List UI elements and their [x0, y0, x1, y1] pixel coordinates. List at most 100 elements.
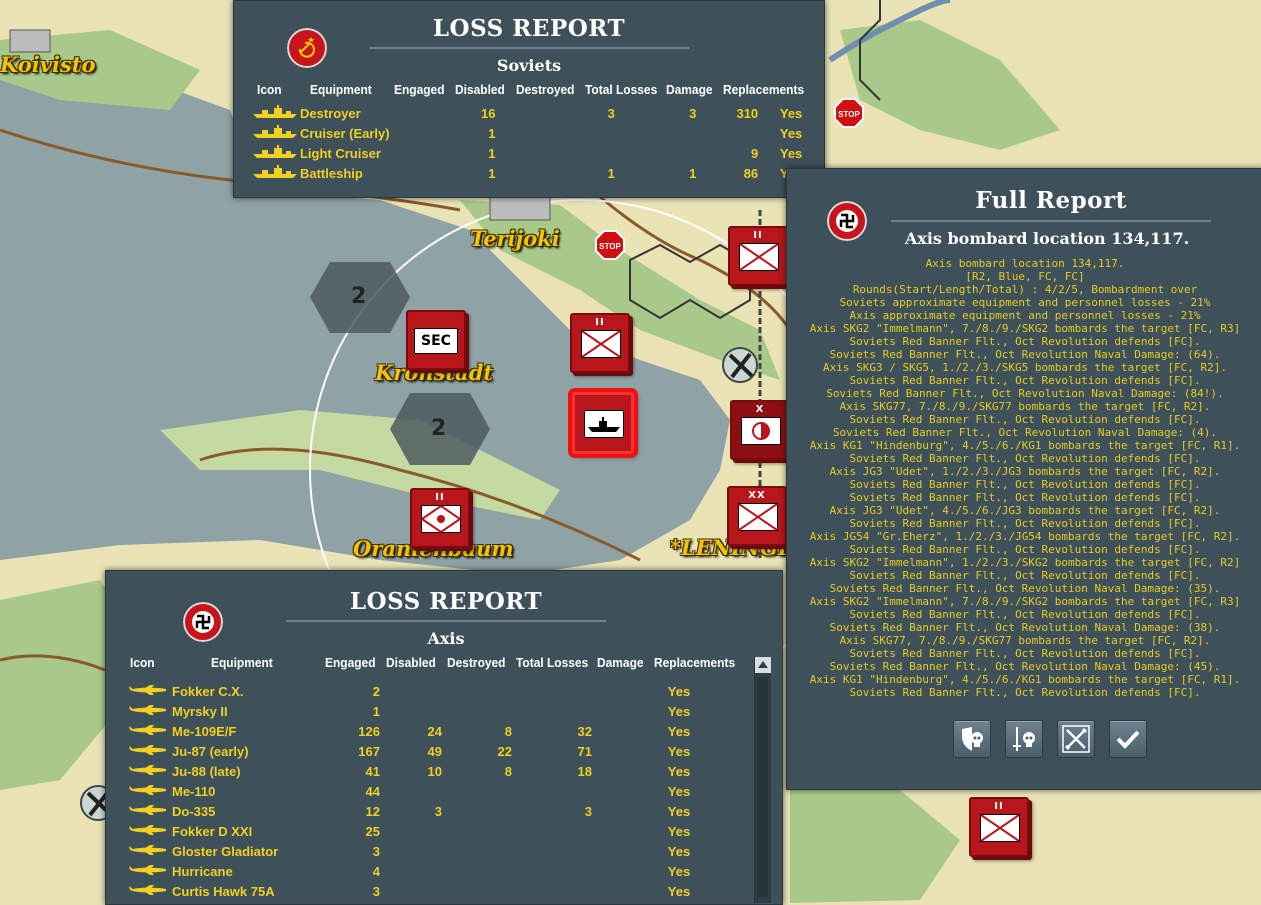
combat-log-line: Soviets Red Banner Flt., Oct Revolution …	[829, 348, 1221, 361]
disabled-count	[380, 681, 442, 701]
loss-report-side: Soviets	[496, 56, 562, 75]
unit-counter-infantry[interactable]: II	[728, 226, 788, 286]
axis-loss-report-panel[interactable]: LOSS REPORT Axis Icon Equipment Engaged …	[105, 570, 783, 905]
unit-size-label: XX	[748, 490, 766, 501]
aircraft-silhouette-icon	[128, 721, 172, 741]
stop-sign-icon: STOP	[834, 98, 864, 128]
hex-unit-count[interactable]: 2	[431, 416, 446, 441]
shield-skull-button[interactable]	[953, 720, 991, 758]
loss-table-row: Curtis Hawk 75A 3 Yes	[128, 881, 718, 901]
disabled-count	[380, 781, 442, 801]
stop-sign-icon: STOP	[595, 230, 625, 260]
total-losses-count	[512, 841, 592, 861]
unit-counter-infantry-division[interactable]: XX	[727, 486, 787, 546]
warship-silhouette-icon	[252, 143, 300, 163]
equipment-name: Me-110	[172, 783, 216, 799]
sword-skull-button[interactable]	[1005, 720, 1043, 758]
unit-counter-infantry[interactable]: II	[969, 797, 1029, 857]
full-report-panel[interactable]: Full Report Axis bombard location 134,11…	[786, 168, 1261, 790]
disabled-count	[380, 701, 442, 721]
engaged-count: 16	[481, 105, 496, 121]
engaged-count: 1	[372, 703, 380, 719]
equipment-name: Ju-88 (late)	[172, 763, 241, 779]
scrollbar-track[interactable]	[757, 677, 768, 897]
replacements-status: Yes	[667, 743, 691, 759]
warship-icon	[584, 410, 624, 438]
crossed-swords-icon	[1062, 725, 1090, 753]
column-header-total-losses: Total Losses	[585, 82, 658, 97]
combat-log-line: Soviets Red Banner Flt., Oct Revolution …	[849, 543, 1201, 556]
engaged-count: 167	[358, 743, 380, 759]
equipment-name: Battleship	[299, 165, 363, 181]
loss-table-row: Gloster Gladiator 3 Yes	[128, 841, 718, 861]
infantry-symbol-icon	[738, 503, 778, 531]
unit-counter-infantry[interactable]: II	[570, 313, 630, 373]
confirm-button[interactable]	[1109, 720, 1147, 758]
soviet-loss-report-panel[interactable]: LOSS REPORT Soviets Icon Equipment Engag…	[233, 0, 825, 198]
engaged-count: 25	[365, 823, 380, 839]
loss-table-scrollbar[interactable]	[754, 657, 771, 903]
soviet-loss-table: Destroyer 16 3 3 310 Yes Cruiser (Early) 1 Yes Li…	[252, 103, 824, 183]
destroyed-count	[555, 123, 615, 143]
infantry-symbol-icon	[739, 243, 779, 271]
destroyed-count: 3	[607, 105, 615, 121]
destroyed-count	[555, 143, 615, 163]
replacements-status: Yes	[667, 763, 691, 779]
disabled-count	[495, 103, 555, 123]
total-losses-count: 71	[577, 743, 592, 759]
combat-log-line: Soviets Red Banner Flt., Oct Revolution …	[849, 452, 1201, 465]
combat-log-line: Axis JG54 "Gr.Eherz", 1./2./3./JG54 bomb…	[809, 530, 1241, 543]
damage-value	[592, 801, 640, 821]
full-report-title: Full Report	[975, 187, 1127, 214]
loss-table-row: Ju-87 (early) 167 49 22 71 Yes	[128, 741, 718, 761]
crossed-swords-button[interactable]	[1057, 720, 1095, 758]
column-header-disabled: Disabled	[455, 82, 505, 97]
column-header-total-losses: Total Losses	[516, 655, 589, 670]
engaged-count: 41	[365, 763, 380, 779]
unit-size-label: II	[435, 492, 445, 503]
column-header-engaged: Engaged	[394, 82, 445, 97]
combat-log-line: Soviets Red Banner Flt., Oct Revolution …	[829, 660, 1221, 673]
aircraft-silhouette-icon	[128, 801, 172, 821]
destroyed-count	[442, 861, 512, 881]
total-losses-count: 3	[689, 105, 697, 121]
replacements-status: Yes	[779, 145, 803, 161]
place-label-terijoki: Terijoki	[470, 226, 560, 251]
disabled-count	[380, 861, 442, 881]
loss-table-row: Destroyer 16 3 3 310 Yes	[252, 103, 824, 123]
disabled-count: 24	[427, 723, 442, 739]
replacements-status: Yes	[667, 723, 691, 739]
unit-counter-security[interactable]: SEC	[406, 310, 466, 370]
engaged-count: 126	[358, 723, 380, 739]
unit-counter-motorized[interactable]: II	[410, 488, 470, 548]
combat-log-line: Axis SKG2 "Immelmann", 1./2./3./SKG2 bom…	[809, 556, 1241, 569]
equipment-name: Ju-87 (early)	[172, 743, 249, 759]
combat-log-line: Soviets Red Banner Flt., Oct Revolution …	[832, 426, 1218, 439]
replacements-status: Yes	[667, 783, 691, 799]
column-header-disabled: Disabled	[386, 655, 436, 670]
total-losses-count	[512, 701, 592, 721]
replacements-status: Yes	[667, 703, 691, 719]
total-losses-count	[512, 781, 592, 801]
hex-unit-count[interactable]: 2	[351, 284, 366, 309]
destroyed-count: 8	[504, 763, 512, 779]
column-header-destroyed: Destroyed	[447, 655, 506, 670]
disabled-count	[380, 821, 442, 841]
replacements-status: Yes	[667, 883, 691, 899]
damage-value	[592, 861, 640, 881]
unit-counter-naval-selected[interactable]	[572, 392, 634, 454]
damage-value	[592, 681, 640, 701]
loss-table-row: Do-335 12 3 3 Yes	[128, 801, 718, 821]
combat-log-line: Soviets Red Banner Flt., Oct Revolution …	[849, 647, 1201, 660]
equipment-name: Gloster Gladiator	[172, 843, 279, 859]
column-header-replacements: Replacements	[723, 82, 805, 97]
aircraft-silhouette-icon	[128, 821, 172, 841]
combat-log-line: Axis JG3 "Udet", 4./5./6./JG3 bombards t…	[829, 504, 1221, 517]
unit-counter-artillery[interactable]: X	[730, 400, 790, 460]
scroll-up-arrow-icon[interactable]	[755, 657, 771, 673]
sword-skull-icon	[1013, 727, 1035, 751]
replacements-status: Yes	[667, 683, 691, 699]
combat-log-line: Axis approximate equipment and personnel…	[849, 309, 1201, 322]
engaged-count: 1	[488, 165, 496, 181]
replacements-status: Yes	[667, 803, 691, 819]
